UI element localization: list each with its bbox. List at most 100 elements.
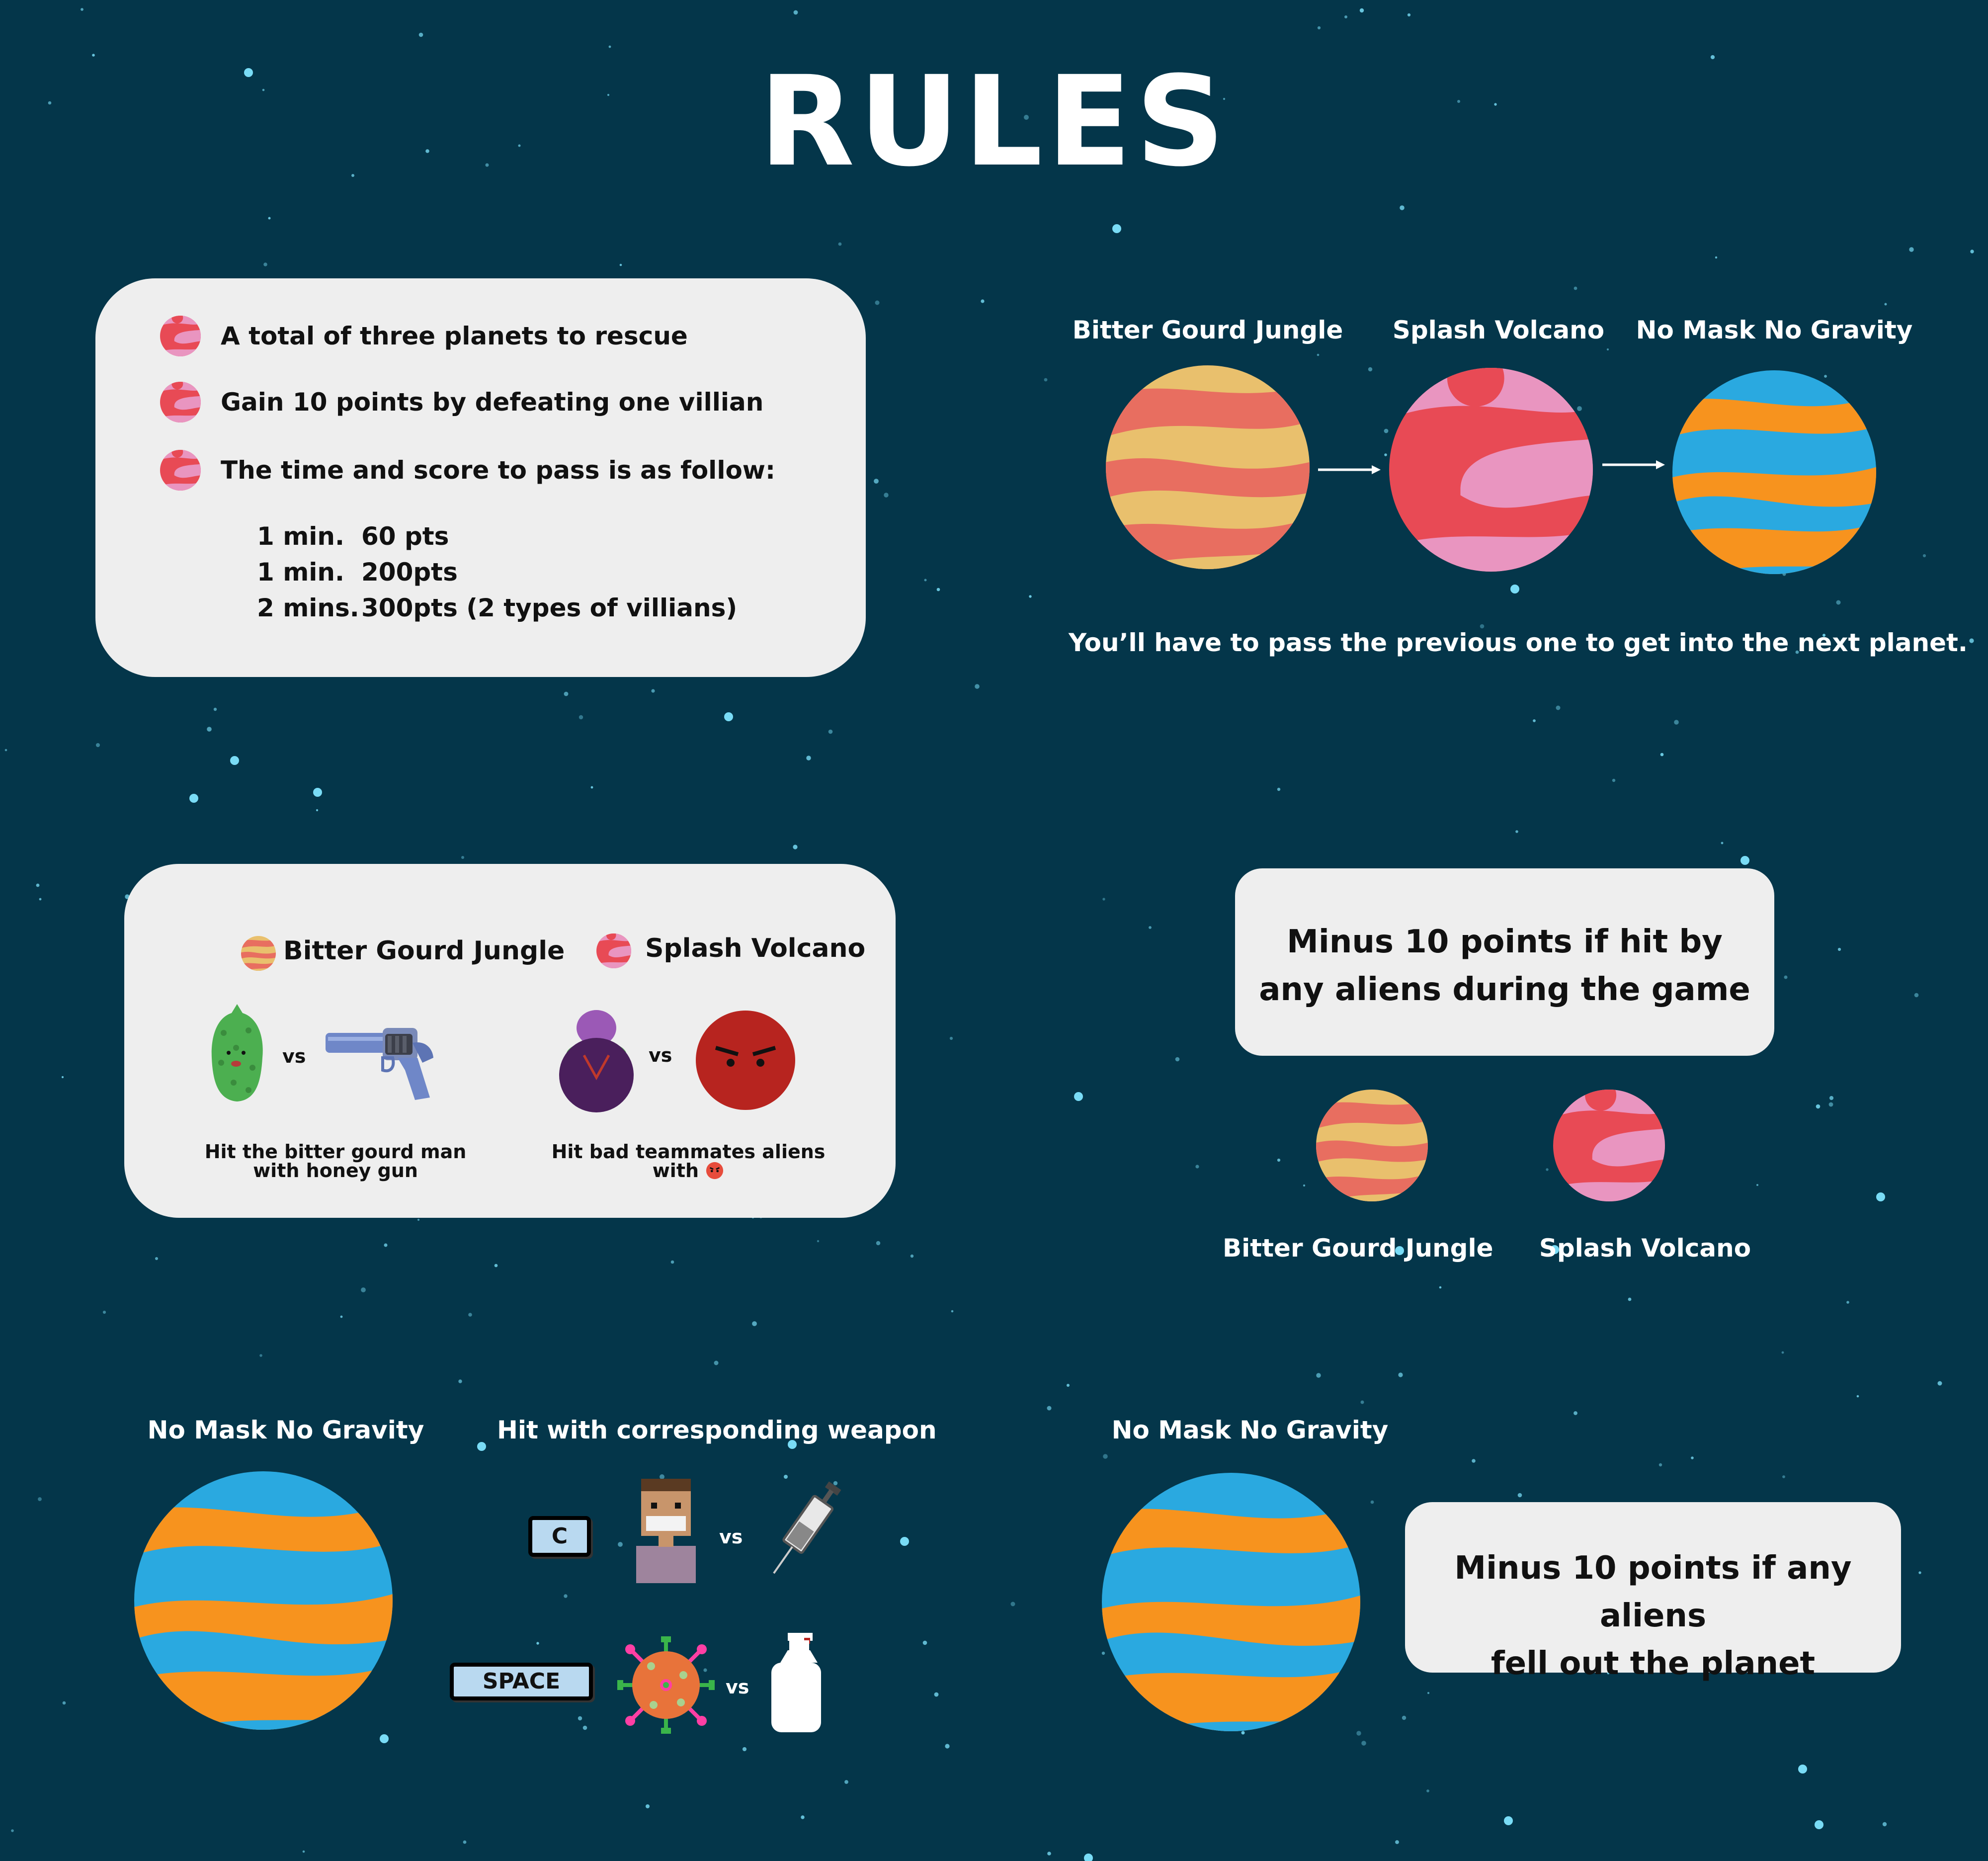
weapon-caption: Hit the bitter gourd man with honey gun xyxy=(179,1142,492,1180)
star-dot xyxy=(564,691,569,696)
planet-label: No Mask No Gravity xyxy=(147,1416,424,1444)
star-dot xyxy=(646,1804,650,1808)
star-dot xyxy=(1740,856,1749,865)
star-dot xyxy=(458,1379,462,1383)
planet-label: Bitter Gourd Jungle xyxy=(1223,1234,1493,1263)
star-dot xyxy=(875,300,880,305)
caption-line: with honey gun xyxy=(253,1160,418,1182)
star-dot xyxy=(1402,1715,1407,1720)
caption-line: Hit the bitter gourd man xyxy=(204,1141,467,1163)
star-dot xyxy=(582,1725,587,1730)
star-dot xyxy=(1317,353,1320,356)
star-dot xyxy=(1884,303,1887,306)
penalty-text: fell out the planet xyxy=(1491,1645,1816,1682)
planet-name: Splash Volcano xyxy=(645,933,866,963)
star-dot xyxy=(62,1701,66,1705)
rule-text: The time and score to pass is as follow: xyxy=(221,456,775,485)
key-space[interactable]: SPACE xyxy=(450,1663,593,1700)
angry-face-icon xyxy=(696,1011,795,1110)
section-heading: Hit with corresponding weapon xyxy=(497,1416,937,1444)
rule-item: The time and score to pass is as follow: xyxy=(160,450,775,491)
star-dot xyxy=(806,756,811,761)
star-dot xyxy=(361,1287,366,1292)
star-dot xyxy=(263,262,267,266)
star-dot xyxy=(608,45,611,48)
star-dot xyxy=(924,579,927,582)
star-dot xyxy=(1480,624,1485,629)
star-dot xyxy=(313,788,322,797)
star-dot xyxy=(618,1542,623,1547)
star-dot xyxy=(384,1243,388,1247)
star-dot xyxy=(1574,286,1577,290)
spray-bottle-icon xyxy=(771,1633,821,1732)
star-dot xyxy=(619,263,622,266)
star-dot xyxy=(1400,205,1405,210)
star-dot xyxy=(477,1442,486,1451)
rules-card: A total of three planets to rescue Gain … xyxy=(95,278,866,677)
time-score-row: 2 mins.300pts (2 types of villians) xyxy=(257,593,737,622)
eggplant-alien-icon xyxy=(559,1010,634,1112)
star-dot xyxy=(1515,830,1518,833)
star-dot xyxy=(1074,1092,1083,1101)
star-dot xyxy=(981,299,985,303)
star-dot xyxy=(1846,1301,1849,1304)
star-dot xyxy=(1715,256,1718,259)
star-dot xyxy=(189,794,198,803)
star-dot xyxy=(207,727,212,732)
star-dot xyxy=(590,786,593,789)
star-dot xyxy=(1815,1820,1823,1829)
star-dot xyxy=(1882,1822,1887,1827)
star-dot xyxy=(828,729,833,734)
star-dot xyxy=(564,1594,568,1598)
no-mask-planet xyxy=(134,1471,393,1730)
star-dot xyxy=(951,1310,954,1313)
star-dot xyxy=(1660,753,1664,757)
bitter-gourd-planet xyxy=(1106,365,1310,569)
star-dot xyxy=(910,1254,914,1258)
star-dot xyxy=(724,712,733,721)
star-dot xyxy=(1837,947,1841,951)
star-dot xyxy=(874,479,879,484)
star-dot xyxy=(155,1257,158,1260)
star-dot xyxy=(1674,720,1679,725)
vs-label: vs xyxy=(282,1045,306,1067)
star-dot xyxy=(340,1315,343,1318)
star-dot xyxy=(1277,1158,1281,1162)
time-value: 1 min. xyxy=(257,522,345,551)
weapons-card: Bitter Gourd Jungle Splash Volcano vs Hi… xyxy=(124,864,896,1218)
key-c[interactable]: C xyxy=(528,1516,591,1557)
star-dot xyxy=(102,1310,106,1314)
progression-note: You’ll have to pass the previous one to … xyxy=(1069,628,1968,657)
star-dot xyxy=(461,856,464,859)
star-dot xyxy=(1798,1765,1807,1774)
star-dot xyxy=(1781,1351,1784,1354)
star-dot xyxy=(1472,1459,1476,1463)
time-value: 1 min. xyxy=(257,558,345,587)
star-dot xyxy=(259,1354,262,1357)
star-dot xyxy=(1427,1692,1430,1694)
star-dot xyxy=(934,1692,939,1697)
star-dot xyxy=(1029,595,1032,598)
rule-text: A total of three planets to rescue xyxy=(221,322,688,350)
arrow-right-icon xyxy=(1318,465,1381,474)
planet-label: Splash Volcano xyxy=(1539,1234,1751,1263)
planet-icon xyxy=(160,382,201,423)
star-dot xyxy=(936,588,940,592)
virus-icon xyxy=(617,1636,715,1734)
star-dot xyxy=(1517,1493,1522,1498)
rule-item: Gain 10 points by defeating one villian xyxy=(160,382,763,423)
caption-line: with xyxy=(652,1160,699,1182)
star-dot xyxy=(1175,1057,1180,1062)
star-dot xyxy=(1510,585,1519,593)
page-title: RULES xyxy=(759,49,1229,194)
star-dot xyxy=(714,1360,719,1365)
angry-face-icon xyxy=(706,1162,724,1180)
star-dot xyxy=(1047,1852,1051,1856)
masked-person-icon xyxy=(636,1479,696,1583)
star-dot xyxy=(11,1829,14,1832)
star-dot xyxy=(1828,1102,1833,1107)
star-dot xyxy=(1426,1789,1429,1792)
vs-label: vs xyxy=(719,1526,743,1548)
bitter-gourd-planet xyxy=(1316,1090,1428,1201)
planet-icon xyxy=(241,936,276,971)
